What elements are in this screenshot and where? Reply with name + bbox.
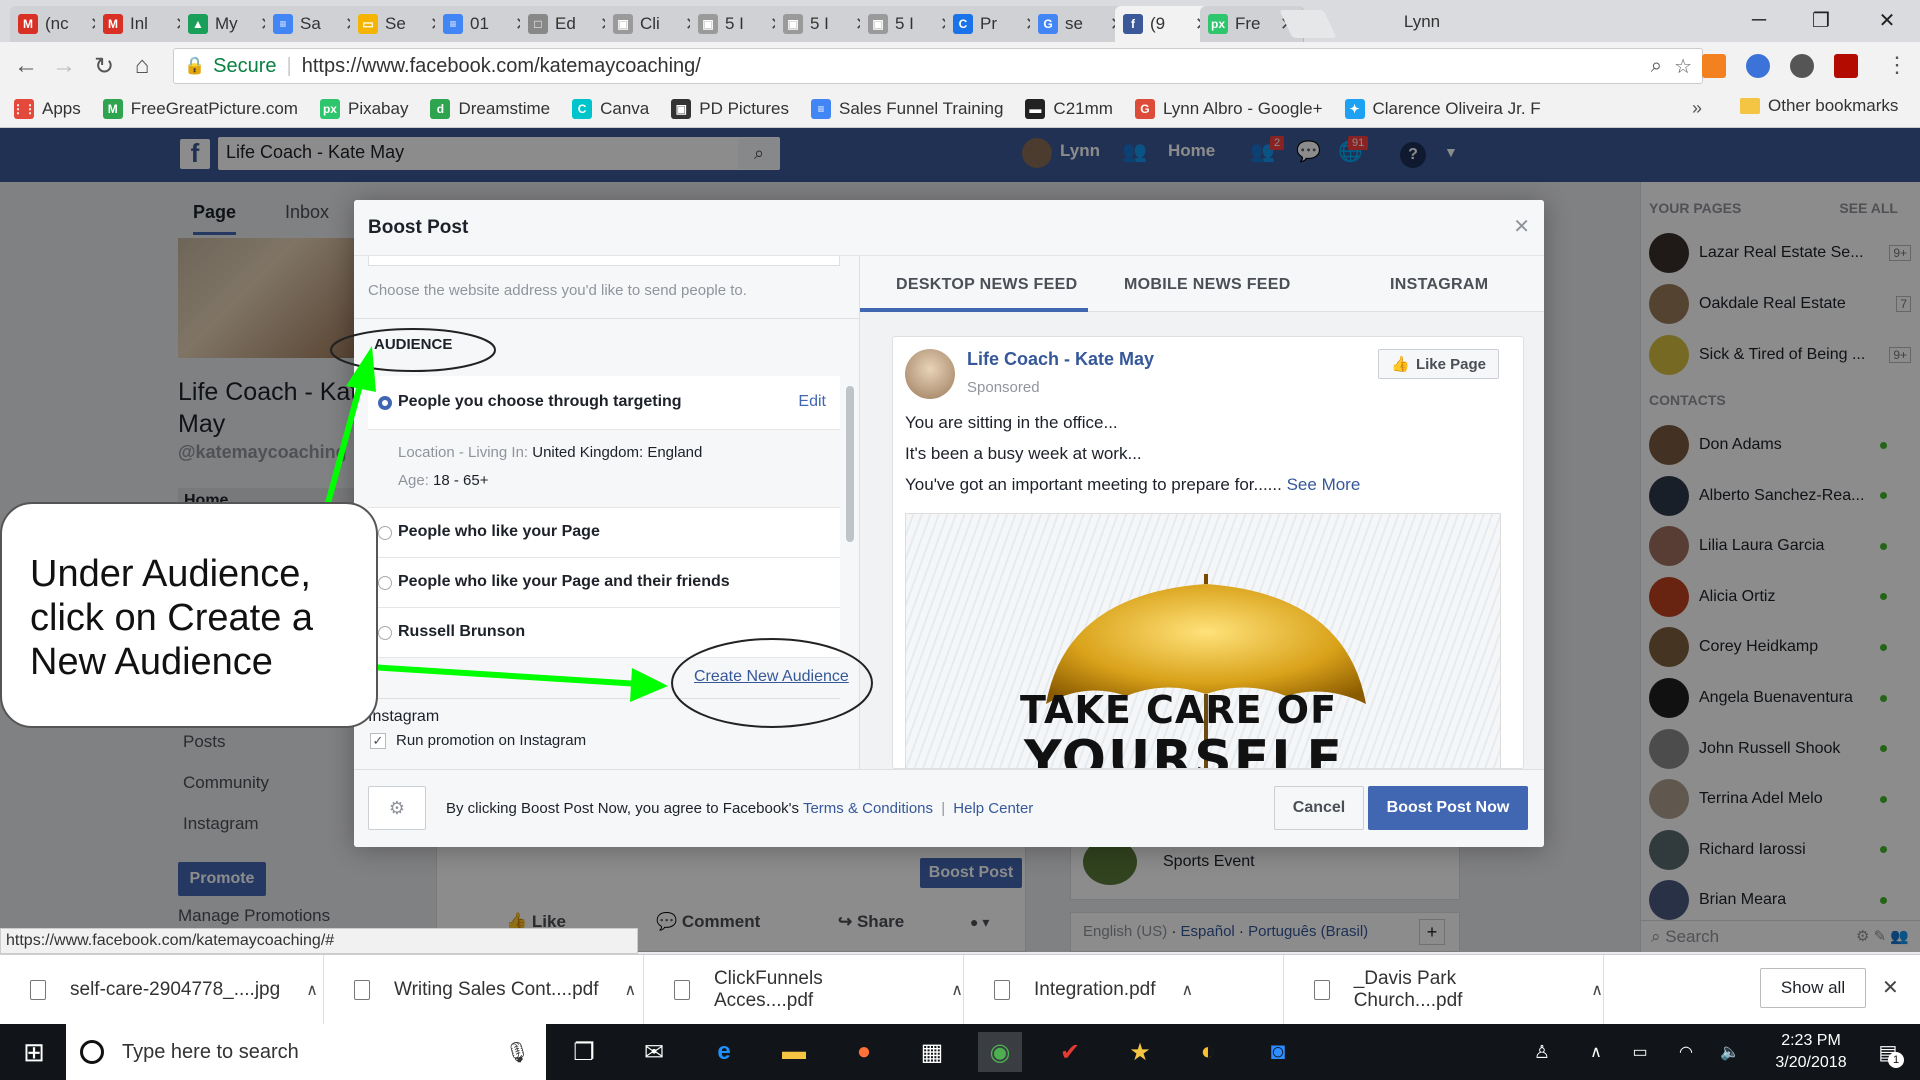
download-filename: Integration.pdf bbox=[1034, 979, 1156, 1000]
clock-date: 3/20/2018 bbox=[1775, 1054, 1847, 1071]
show-all-button[interactable]: Show all bbox=[1760, 968, 1866, 1008]
chevron-up-icon[interactable]: ∧ bbox=[1181, 980, 1193, 1000]
action-center-icon[interactable]: ▤ bbox=[1866, 1032, 1910, 1072]
chevron-up-icon[interactable]: ∧ bbox=[1574, 1032, 1618, 1072]
status-bubble: https://www.facebook.com/katemaycoaching… bbox=[0, 928, 638, 954]
clock-time: 2:23 PM bbox=[1781, 1032, 1841, 1049]
taskbar-search[interactable]: Type here to search 🎙 bbox=[66, 1024, 546, 1080]
task-view-icon[interactable]: ❐ bbox=[562, 1032, 606, 1072]
create-audience-highlight-ellipse bbox=[671, 638, 873, 728]
notification-count: 1 bbox=[1888, 1052, 1904, 1068]
chrome-icon[interactable]: ◉ bbox=[978, 1032, 1022, 1072]
download-item[interactable]: Integration.pdf ∧ bbox=[964, 955, 1284, 1025]
file-icon bbox=[994, 980, 1010, 1000]
people-icon[interactable]: ♙ bbox=[1520, 1032, 1564, 1072]
file-icon bbox=[354, 980, 370, 1000]
edge-icon[interactable]: e bbox=[702, 1032, 746, 1072]
download-filename: self-care-2904778_....jpg bbox=[70, 979, 281, 1000]
chevron-up-icon[interactable]: ∧ bbox=[1591, 980, 1603, 1000]
microphone-icon[interactable]: 🎙 bbox=[505, 1040, 530, 1065]
instruction-callout: Under Audience, click on Create a New Au… bbox=[0, 502, 378, 728]
store-icon[interactable]: ▦ bbox=[910, 1032, 954, 1072]
todo-icon[interactable]: ✔ bbox=[1048, 1032, 1092, 1072]
windows-taskbar: ⊞ Type here to search 🎙 ❐ ✉ e ▬ ● ▦ ◉ ✔ … bbox=[0, 1024, 1920, 1080]
file-icon bbox=[30, 980, 46, 1000]
file-icon bbox=[1314, 980, 1330, 1000]
download-item[interactable]: Writing Sales Cont....pdf ∧ bbox=[324, 955, 644, 1025]
mail-icon[interactable]: ✉ bbox=[632, 1032, 676, 1072]
chevron-up-icon[interactable]: ∧ bbox=[625, 980, 637, 1000]
download-filename: Writing Sales Cont....pdf bbox=[394, 979, 599, 1000]
chevron-up-icon[interactable]: ∧ bbox=[951, 980, 963, 1000]
arrow-head bbox=[346, 346, 376, 392]
volume-icon[interactable]: 🔈 bbox=[1708, 1032, 1752, 1072]
download-item[interactable]: self-care-2904778_....jpg ∧ bbox=[0, 955, 324, 1025]
cortana-icon bbox=[80, 1040, 104, 1064]
chevron-up-icon[interactable]: ∧ bbox=[306, 980, 318, 1000]
downloads-bar: self-care-2904778_....jpg ∧ Writing Sales … bbox=[0, 954, 1920, 1025]
app-icon[interactable]: ◐ bbox=[1186, 1032, 1230, 1072]
callout-text: Under Audience, click on Create a New Au… bbox=[30, 553, 314, 683]
file-icon bbox=[674, 980, 690, 1000]
close-downloads-icon[interactable]: ✕ bbox=[1882, 975, 1899, 1000]
firefox-icon[interactable]: ● bbox=[842, 1032, 886, 1072]
wifi-icon[interactable]: ◠ bbox=[1664, 1032, 1708, 1072]
download-filename: ClickFunnels Acces....pdf bbox=[713, 968, 823, 1011]
arrow-head bbox=[630, 668, 668, 702]
clock[interactable]: 2:23 PM 3/20/2018 bbox=[1756, 1030, 1866, 1074]
windows-start-icon[interactable]: ⊞ bbox=[12, 1032, 56, 1072]
zoom-app-icon[interactable]: ◙ bbox=[1256, 1032, 1300, 1072]
taskbar-search-placeholder: Type here to search bbox=[122, 1040, 299, 1063]
audience-highlight-ellipse bbox=[330, 328, 496, 372]
battery-icon[interactable]: ▭ bbox=[1618, 1032, 1662, 1072]
file-explorer-icon[interactable]: ▬ bbox=[772, 1032, 816, 1072]
star-app-icon[interactable]: ★ bbox=[1118, 1032, 1162, 1072]
download-item[interactable]: ClickFunnels Acces....pdf ∧ bbox=[644, 955, 964, 1025]
download-filename: _Davis Park Church....pdf bbox=[1353, 968, 1463, 1011]
download-item[interactable]: _Davis Park Church....pdf ∧ bbox=[1284, 955, 1604, 1025]
